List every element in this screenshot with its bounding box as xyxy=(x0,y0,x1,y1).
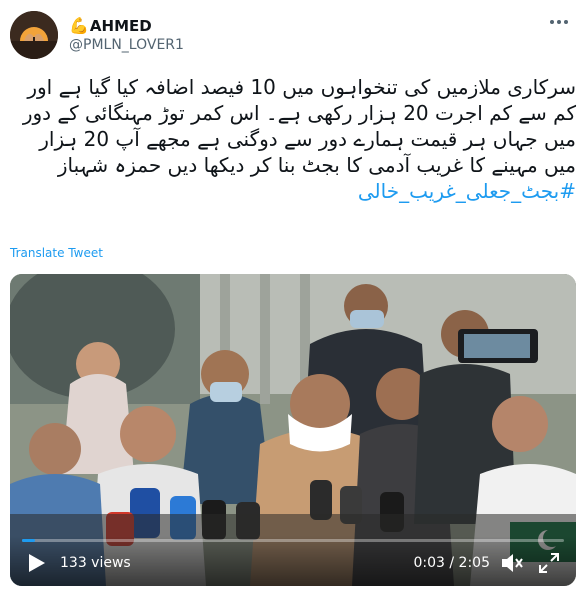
translate-tweet-link[interactable]: Translate Tweet xyxy=(10,246,103,260)
user-handle[interactable]: @PMLN_LOVER1 xyxy=(69,36,184,55)
view-count: 133 views xyxy=(60,555,131,571)
more-dot xyxy=(564,20,568,24)
more-dot xyxy=(550,20,554,24)
tweet-body: سرکاری ملازمیں کی تنخواہوں میں 10 فیصد ا… xyxy=(22,75,576,177)
video-time: 0:03 / 2:05 xyxy=(413,555,491,571)
play-icon[interactable] xyxy=(28,553,46,573)
display-name-text: AHMED xyxy=(89,16,152,35)
avatar[interactable] xyxy=(10,11,58,59)
mute-icon[interactable] xyxy=(500,552,524,574)
author-names: 💪 AHMED @PMLN_LOVER1 xyxy=(69,16,184,55)
fullscreen-icon[interactable] xyxy=(538,552,560,574)
display-name[interactable]: 💪 AHMED xyxy=(69,16,184,36)
flexed-biceps-emoji: 💪 xyxy=(69,15,89,35)
tweet-card: 💪 AHMED @PMLN_LOVER1 سرکاری ملازمیں کی ت… xyxy=(0,0,586,590)
avatar-image xyxy=(10,11,58,59)
video-player[interactable]: 133 views 0:03 / 2:05 xyxy=(10,274,576,586)
hashtag-link[interactable]: #بجٹ_جعلی_غریب_خالی xyxy=(358,179,576,203)
more-icon[interactable] xyxy=(548,14,570,30)
tweet-text: سرکاری ملازمیں کی تنخواہوں میں 10 فیصد ا… xyxy=(10,74,576,204)
more-dot xyxy=(557,20,561,24)
video-progress-bar[interactable] xyxy=(22,539,564,542)
video-progress-fill xyxy=(22,539,35,542)
tweet-header: 💪 AHMED @PMLN_LOVER1 xyxy=(10,10,184,60)
